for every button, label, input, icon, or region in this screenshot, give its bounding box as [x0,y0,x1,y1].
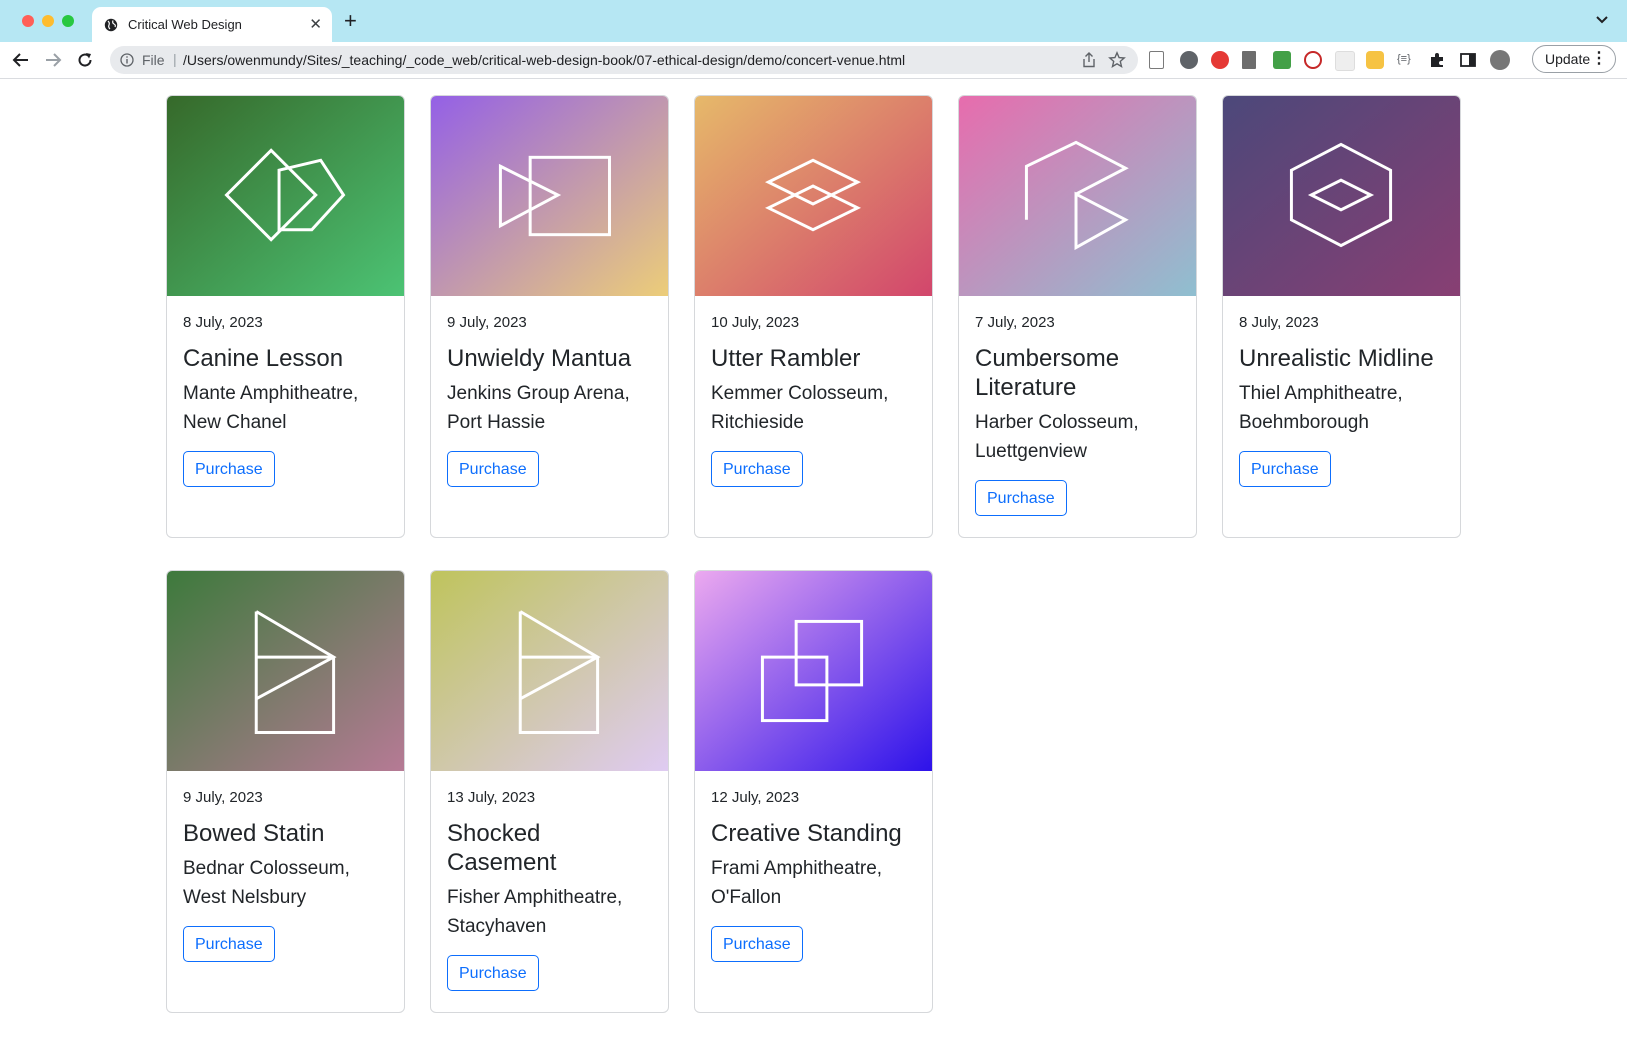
concert-date: 8 July, 2023 [1239,314,1319,331]
concert-date: 9 July, 2023 [447,314,527,331]
concert-venue: Mante Amphitheatre, New Chanel [183,383,359,433]
profile-avatar[interactable] [1490,50,1510,70]
purchase-button[interactable]: Purchase [183,926,275,962]
overlapping-squares-icon [760,619,864,723]
concert-venue: Jenkins Group Arena, Port Hassie [447,383,630,433]
concert-card: 13 July, 2023 Shocked Casement Fisher Amp… [430,570,669,1013]
concert-card: 12 July, 2023 Creative Standing Frami Am… [694,570,933,1013]
purchase-button[interactable]: Purchase [1239,451,1331,487]
flag-box-icon [518,610,601,734]
close-tab-icon[interactable]: ✕ [309,15,322,33]
hexagon-diamond-icon [1289,142,1393,248]
concert-date: 10 July, 2023 [711,314,800,331]
minimize-window-button[interactable] [42,15,54,27]
puzzle-extensions-icon[interactable] [1428,51,1446,69]
card-image [167,96,404,296]
concert-card: 7 July, 2023 Cumbersome Literature Harber… [958,95,1197,538]
card-image [431,571,668,771]
concert-venue: Thiel Amphitheatre, Boehmborough [1239,383,1403,433]
concert-date: 9 July, 2023 [183,789,263,806]
url-separator: | [173,51,177,67]
concert-title: Unrealistic Midline [1239,345,1434,372]
concert-title: Utter Rambler [711,345,861,372]
concert-card: 9 July, 2023 Bowed Statin Bednar Colosse… [166,570,405,1013]
browser-tab-bar: Critical Web Design ✕ + [0,0,1627,42]
card-image [167,571,404,771]
concert-date: 12 July, 2023 [711,789,800,806]
purchase-button[interactable]: Purchase [711,451,803,487]
stacked-diamonds-icon [764,158,862,232]
concert-title: Shocked Casement [447,820,557,876]
thumbs-up-extension-icon[interactable] [1366,51,1384,69]
purchase-button[interactable]: Purchase [711,926,803,962]
concert-title: Canine Lesson [183,345,344,372]
purchase-button[interactable]: Purchase [447,451,539,487]
forward-icon[interactable] [44,51,62,74]
purchase-button[interactable]: Purchase [975,480,1067,516]
adblock-extension-icon[interactable] [1211,51,1229,69]
globe-icon [104,18,118,37]
chevron-down-icon[interactable] [1595,12,1609,30]
card-image [695,96,932,296]
concert-card: 10 July, 2023 Utter Rambler Kemmer Colos… [694,95,933,538]
concert-title: Bowed Statin [183,820,325,847]
flag-box-icon [254,610,337,734]
address-bar[interactable]: File | /Users/owenmundy/Sites/_teaching/… [110,46,1138,74]
concert-venue: Bednar Colosseum, West Nelsbury [183,858,350,908]
json-extension-icon[interactable]: {≡} [1397,53,1415,71]
browser-tab[interactable]: Critical Web Design ✕ [92,7,332,42]
wordpress-extension-icon[interactable] [1180,51,1198,69]
maximize-window-button[interactable] [62,15,74,27]
purchase-button[interactable]: Purchase [447,955,539,991]
concert-venue: Fisher Amphitheatre, Stacyhaven [447,887,623,937]
card-image [695,571,932,771]
concert-venue: Frami Amphitheatre, O'Fallon [711,858,883,908]
triangle-rectangle-icon [498,155,611,237]
concert-venue: Kemmer Colosseum, Ritchieside [711,383,889,433]
blank-extension-icon[interactable] [1335,51,1355,71]
pepper-extension-icon[interactable] [1273,51,1291,69]
block-extension-icon[interactable] [1304,51,1322,69]
concert-date: 8 July, 2023 [183,314,263,331]
more-menu-icon[interactable]: ⋮ [1591,48,1607,68]
concert-venue: Harber Colosseum, Luettgenview [975,412,1139,462]
card-image [959,96,1196,296]
concert-card: 9 July, 2023 Unwieldy Mantua Jenkins Gro… [430,95,669,538]
concert-title: Creative Standing [711,820,902,847]
archive-extension-icon[interactable] [1242,51,1256,69]
tab-title: Critical Web Design [128,17,242,32]
update-button[interactable]: Update ⋮ [1532,45,1616,73]
close-window-button[interactable] [22,15,34,27]
back-icon[interactable] [12,51,30,74]
browser-toolbar: File | /Users/owenmundy/Sites/_teaching/… [0,42,1627,79]
house-triangle-icon [1024,140,1129,251]
url-text[interactable]: /Users/owenmundy/Sites/_teaching/_code_w… [183,52,905,68]
side-panel-icon[interactable] [1459,51,1477,69]
url-scheme: File [142,52,165,68]
concert-date: 13 July, 2023 [447,789,536,806]
card-image [1223,96,1460,296]
bookmark-star-icon[interactable] [1108,51,1126,74]
concert-date: 7 July, 2023 [975,314,1055,331]
two-diamonds-icon [224,148,346,242]
new-tab-icon[interactable]: + [344,8,357,34]
card-image [431,96,668,296]
concert-card: 8 July, 2023 Unrealistic Midline Thiel A… [1222,95,1461,538]
concert-card: 8 July, 2023 Canine Lesson Mante Amphith… [166,95,405,538]
purchase-button[interactable]: Purchase [183,451,275,487]
share-icon[interactable] [1082,52,1096,73]
concert-title: Cumbersome Literature [975,345,1120,401]
concert-title: Unwieldy Mantua [447,345,632,372]
reader-extension-icon[interactable] [1149,51,1164,69]
info-icon[interactable] [120,53,134,72]
reload-icon[interactable] [76,51,94,74]
